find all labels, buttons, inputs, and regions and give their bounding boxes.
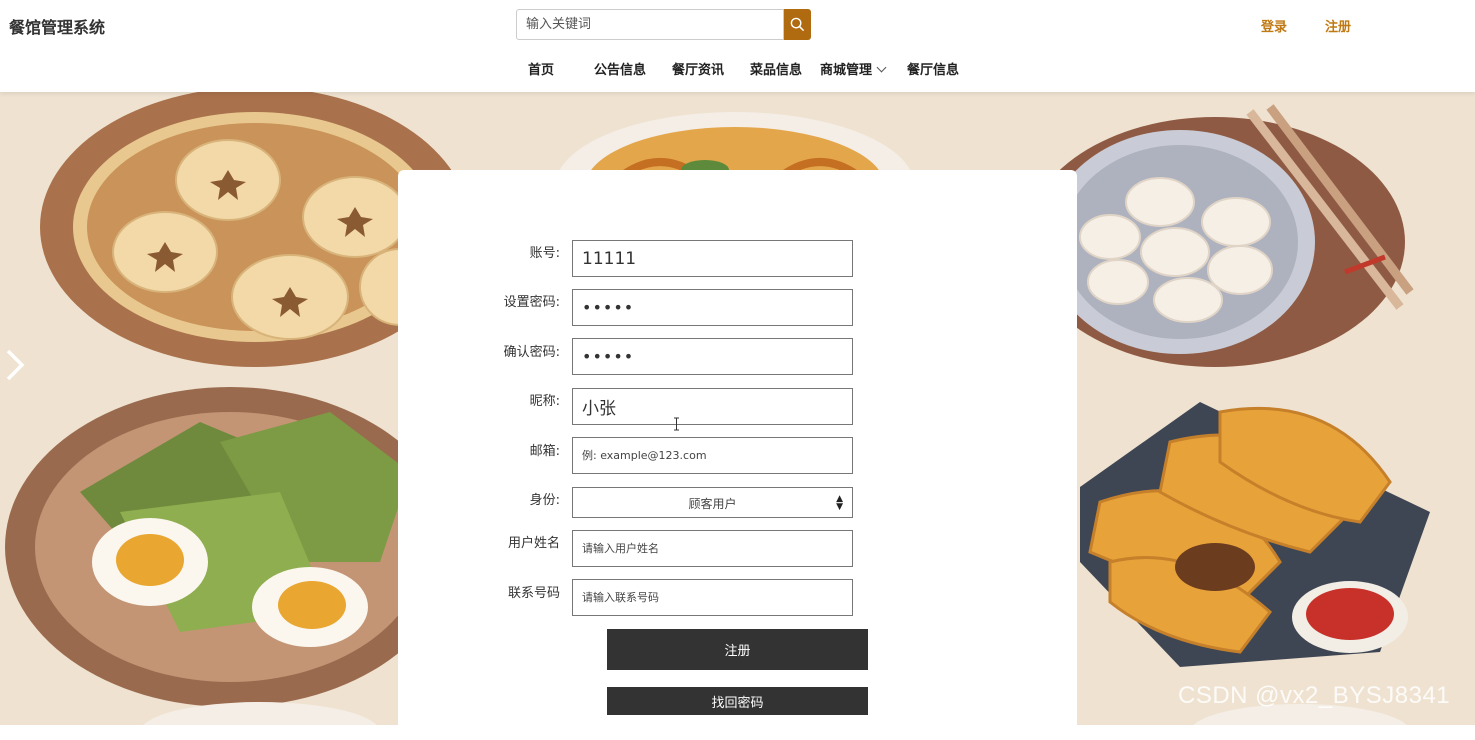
top-header: 餐馆管理系统 登录 注册 首页 公告信息 餐厅资讯 菜品信息 商城管理 餐厅信息 <box>0 0 1475 92</box>
phone-input[interactable] <box>572 579 853 616</box>
chevron-right-icon[interactable] <box>0 348 28 382</box>
recover-password-button[interactable]: 找回密码 <box>607 687 868 715</box>
username-label: 用户姓名 <box>507 536 560 551</box>
search-button[interactable] <box>784 9 811 40</box>
nav-mall[interactable]: 商城管理 <box>820 59 887 78</box>
nav-notice[interactable]: 公告信息 <box>594 59 646 78</box>
password-input[interactable] <box>572 289 853 326</box>
nav-dishes[interactable]: 菜品信息 <box>750 59 802 78</box>
nav-mall-label: 商城管理 <box>820 63 873 78</box>
select-arrows-icon: ▲ ▼ <box>836 494 843 512</box>
email-input[interactable] <box>572 437 853 474</box>
nav-restaurant[interactable]: 餐厅信息 <box>907 59 959 78</box>
email-label: 邮箱: <box>529 444 560 459</box>
register-link[interactable]: 注册 <box>1325 16 1351 35</box>
register-button[interactable]: 注册 <box>607 629 868 670</box>
role-select[interactable]: 顾客用户 ▲ ▼ <box>572 487 853 518</box>
confirm-password-label: 确认密码: <box>503 345 560 360</box>
watermark-text: CSDN @vx2_BYSJ8341 <box>1178 682 1451 709</box>
search-input[interactable] <box>516 9 784 40</box>
nav-news[interactable]: 餐厅资讯 <box>672 59 724 78</box>
phone-label: 联系号码 <box>507 586 560 601</box>
register-form-card: 账号: 设置密码: 确认密码: 昵称: 邮箱: 身份: 顾客用户 ▲▼ 用户姓名… <box>398 170 1077 740</box>
password-label: 设置密码: <box>503 295 560 310</box>
role-select-value: 顾客用户 <box>688 497 737 511</box>
chevron-down-icon <box>876 62 887 73</box>
role-label: 身份: <box>529 493 560 508</box>
username-input[interactable] <box>572 530 853 567</box>
nav-home[interactable]: 首页 <box>528 59 554 78</box>
login-link[interactable]: 登录 <box>1261 16 1287 35</box>
account-input[interactable] <box>572 240 853 277</box>
nickname-label: 昵称: <box>529 394 560 409</box>
text-cursor-icon <box>674 417 679 431</box>
confirm-password-input[interactable] <box>572 338 853 375</box>
search-bar <box>516 9 811 40</box>
site-title: 餐馆管理系统 <box>9 18 106 37</box>
account-label: 账号: <box>529 246 560 261</box>
nickname-input[interactable] <box>572 388 853 425</box>
search-icon <box>790 17 805 32</box>
